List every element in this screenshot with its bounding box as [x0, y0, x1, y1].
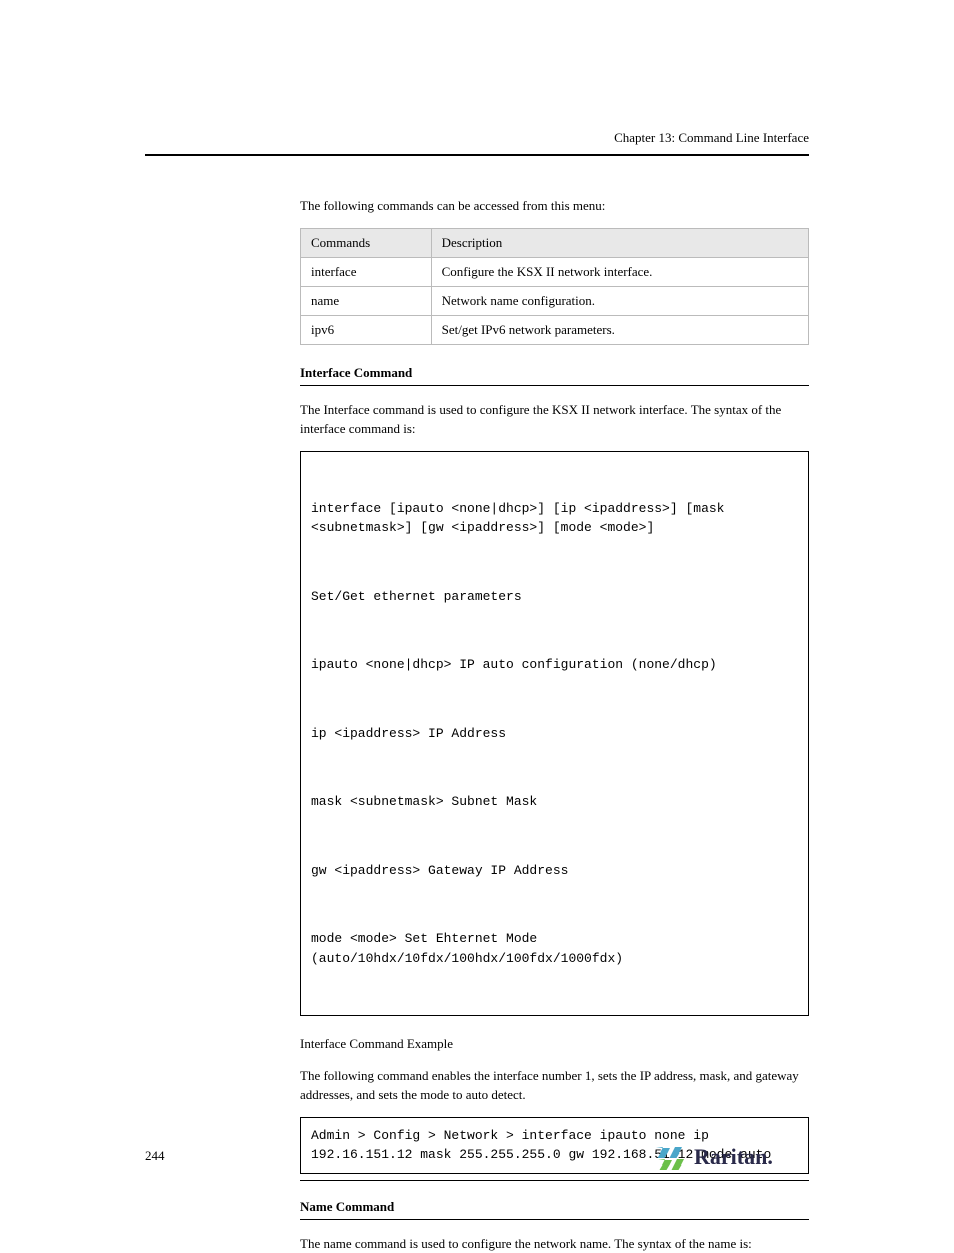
name-command-heading: Name Command — [300, 1199, 809, 1215]
table-cell-desc: Set/get IPv6 network parameters. — [431, 315, 808, 344]
table-head-desc: Description — [431, 228, 808, 257]
interface-syntax-code: interface [ipauto <none|dhcp>] [ip <ipad… — [300, 451, 809, 1017]
table-cell-cmd: interface — [301, 257, 432, 286]
interface-example-label: Interface Command Example — [300, 1034, 809, 1054]
intro-para: The following commands can be accessed f… — [300, 196, 809, 216]
interface-para: The Interface command is used to configu… — [300, 400, 809, 439]
code-line: ipauto <none|dhcp> IP auto configuration… — [311, 655, 798, 675]
page-number: 244 — [145, 1148, 165, 1164]
code-line: mask <subnetmask> Subnet Mask — [311, 792, 798, 812]
chapter-header: Chapter 13: Command Line Interface — [145, 130, 809, 146]
code-line: interface [ipauto <none|dhcp>] [ip <ipad… — [311, 499, 798, 538]
table-cell-desc: Network name configuration. — [431, 286, 808, 315]
table-row: name Network name configuration. — [301, 286, 809, 315]
table-cell-cmd: ipv6 — [301, 315, 432, 344]
code-line: mode <mode> Set Ehternet Mode (auto/10hd… — [311, 929, 798, 968]
commands-table: Commands Description interface Configure… — [300, 228, 809, 345]
interface-example-para: The following command enables the interf… — [300, 1066, 809, 1105]
code-line: Set/Get ethernet parameters — [311, 587, 798, 607]
heading-rule — [300, 1219, 809, 1220]
table-cell-desc: Configure the KSX II network interface. — [431, 257, 808, 286]
page-footer: 244 Raritan. — [145, 1137, 809, 1175]
code-line: ip <ipaddress> IP Address — [311, 724, 798, 744]
header-rule — [145, 154, 809, 156]
logo-text: Raritan. — [694, 1144, 773, 1169]
table-cell-cmd: name — [301, 286, 432, 315]
table-row: ipv6 Set/get IPv6 network parameters. — [301, 315, 809, 344]
table-row: interface Configure the KSX II network i… — [301, 257, 809, 286]
heading-rule — [300, 385, 809, 386]
name-para: The name command is used to configure th… — [300, 1234, 809, 1253]
code-under-rule — [300, 1180, 809, 1181]
raritan-logo: Raritan. — [654, 1137, 809, 1175]
table-head-cmd: Commands — [301, 228, 432, 257]
code-line: gw <ipaddress> Gateway IP Address — [311, 861, 798, 881]
interface-command-heading: Interface Command — [300, 365, 809, 381]
